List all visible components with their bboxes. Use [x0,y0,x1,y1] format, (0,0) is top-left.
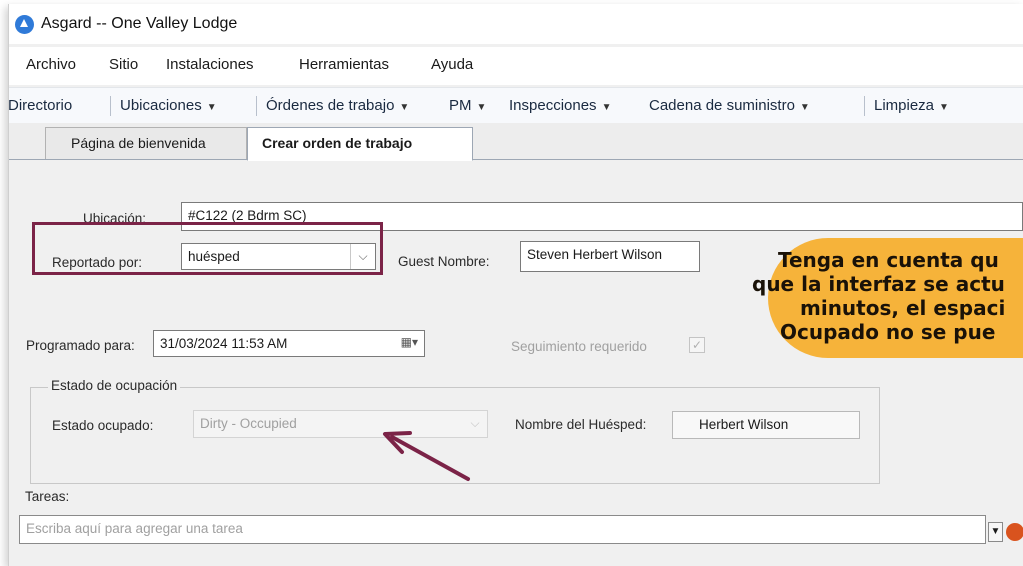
callout-line-4: Ocupado no se pue [780,320,996,344]
callout-line-1: Tenga en cuenta qu [778,248,999,272]
note-callout: Tenga en cuenta qu que la interfaz se ac… [752,238,1023,358]
callout-line-2: que la interfaz se actu [752,272,1005,296]
callout-line-3: minutos, el espaci [800,296,1006,320]
